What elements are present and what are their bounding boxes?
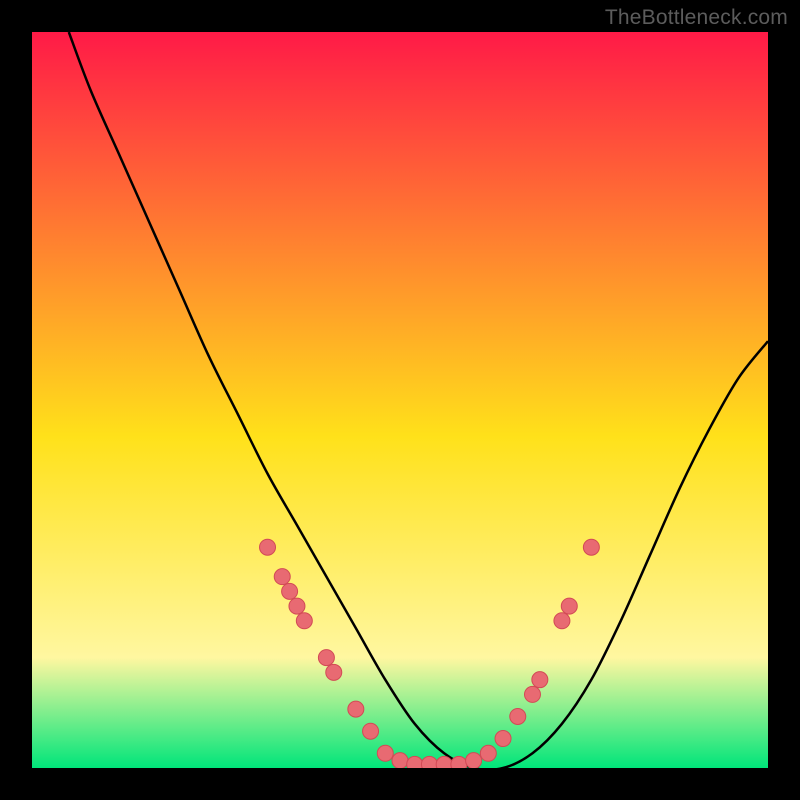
data-marker: [466, 753, 482, 768]
data-marker: [495, 731, 511, 747]
data-marker: [524, 686, 540, 702]
data-marker: [274, 569, 290, 585]
plot-background: [32, 32, 768, 768]
data-marker: [260, 539, 276, 555]
data-marker: [554, 613, 570, 629]
data-marker: [348, 701, 364, 717]
data-marker: [480, 745, 496, 761]
data-marker: [451, 756, 467, 768]
data-marker: [421, 756, 437, 768]
chart-svg: [32, 32, 768, 768]
chart-container: TheBottleneck.com: [0, 0, 800, 800]
data-marker: [583, 539, 599, 555]
data-marker: [561, 598, 577, 614]
data-marker: [407, 756, 423, 768]
data-marker: [436, 756, 452, 768]
data-marker: [282, 583, 298, 599]
data-marker: [377, 745, 393, 761]
data-marker: [392, 753, 408, 768]
data-marker: [510, 708, 526, 724]
plot-area: [32, 32, 768, 768]
watermark-text: TheBottleneck.com: [605, 6, 788, 30]
data-marker: [363, 723, 379, 739]
data-marker: [326, 664, 342, 680]
data-marker: [532, 672, 548, 688]
data-marker: [318, 650, 334, 666]
data-marker: [296, 613, 312, 629]
data-marker: [289, 598, 305, 614]
